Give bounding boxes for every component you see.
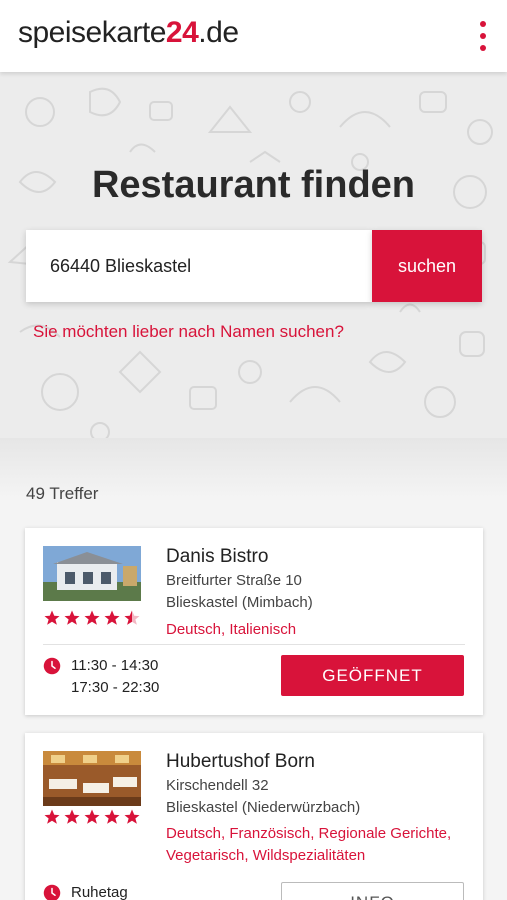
restaurant-card[interactable]: Hubertushof Born Kirschendell 32 Blieska… bbox=[25, 733, 483, 900]
clock-icon bbox=[43, 657, 61, 675]
results-count: 49 Treffer bbox=[26, 484, 99, 503]
restaurant-city: Blieskastel (Mimbach) bbox=[166, 594, 313, 611]
star-icon bbox=[124, 809, 140, 824]
star-icon bbox=[64, 809, 80, 824]
star-icon bbox=[44, 610, 60, 625]
search-hero: Restaurant finden 66440 Blieskastel such… bbox=[0, 72, 507, 438]
clock-icon bbox=[43, 884, 61, 900]
star-icon bbox=[44, 809, 60, 824]
rating-stars bbox=[43, 609, 141, 627]
page-title: Restaurant finden bbox=[91, 164, 416, 206]
restaurant-street: Kirschendell 32 bbox=[166, 777, 269, 794]
search-button[interactable]: suchen bbox=[372, 230, 482, 302]
half-star-icon bbox=[124, 610, 140, 625]
hours-line: Ruhetag bbox=[71, 884, 128, 900]
info-button[interactable]: INFO bbox=[281, 882, 464, 900]
site-logo[interactable]: speisekarte24.de bbox=[18, 16, 239, 50]
rating-stars bbox=[43, 808, 141, 826]
card-divider bbox=[43, 644, 465, 645]
restaurant-cuisine: Deutsch, Italienisch bbox=[166, 621, 297, 638]
more-vertical-icon[interactable] bbox=[473, 18, 493, 54]
hours-line: 11:30 - 14:30 bbox=[71, 657, 159, 674]
opening-hours: 11:30 - 14:30 17:30 - 22:30 bbox=[71, 655, 159, 699]
star-icon bbox=[104, 809, 120, 824]
opening-hours: Ruhetag bbox=[71, 882, 128, 900]
location-search-input[interactable]: 66440 Blieskastel bbox=[26, 230, 372, 302]
open-status-button[interactable]: GEÖFFNET bbox=[281, 655, 464, 696]
restaurant-cuisine: Deutsch, Französisch, Regionale Gerichte… bbox=[166, 825, 452, 864]
restaurant-street: Breitfurter Straße 10 bbox=[166, 572, 302, 589]
name-search-link[interactable]: Sie möchten lieber nach Namen suchen? bbox=[33, 322, 344, 342]
restaurant-name[interactable]: Hubertushof Born bbox=[166, 751, 315, 773]
star-icon bbox=[84, 610, 100, 625]
restaurant-photo[interactable] bbox=[43, 751, 141, 806]
restaurant-photo[interactable] bbox=[43, 546, 141, 601]
star-icon bbox=[104, 610, 120, 625]
restaurant-card[interactable]: Danis Bistro Breitfurter Straße 10 Blies… bbox=[25, 528, 483, 715]
hours-line: 17:30 - 22:30 bbox=[71, 679, 160, 696]
star-icon bbox=[84, 809, 100, 824]
star-icon bbox=[64, 610, 80, 625]
restaurant-city: Blieskastel (Niederwürzbach) bbox=[166, 799, 361, 816]
restaurant-name[interactable]: Danis Bistro bbox=[166, 546, 268, 568]
app-header: speisekarte24.de bbox=[0, 0, 507, 72]
